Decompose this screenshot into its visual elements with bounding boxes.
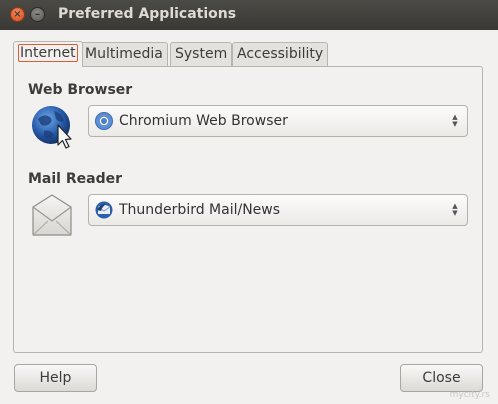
watermark: mycity.rs xyxy=(449,390,490,400)
tab-multimedia[interactable]: Multimedia xyxy=(80,42,168,66)
window-title: Preferred Applications xyxy=(58,6,237,22)
tab-accessibility[interactable]: Accessibility xyxy=(232,42,329,66)
window-close-button[interactable]: × xyxy=(10,7,25,22)
mail-reader-selected: Thunderbird Mail/News xyxy=(119,202,281,218)
combo-arrows-icon: ▲ ▼ xyxy=(452,113,458,128)
tab-internet[interactable]: Internet xyxy=(13,41,83,67)
mail-reader-select[interactable]: Thunderbird Mail/News ▲ ▼ xyxy=(88,194,468,226)
help-button[interactable]: Help xyxy=(14,364,97,392)
tab-label: Internet xyxy=(18,44,78,62)
close-button-label: Close xyxy=(422,370,461,386)
tab-label: Multimedia xyxy=(85,46,163,62)
chromium-icon xyxy=(95,112,113,130)
web-browser-heading: Web Browser xyxy=(28,82,133,98)
close-icon: × xyxy=(13,8,22,20)
globe-cursor-icon xyxy=(30,103,76,149)
web-browser-selected: Chromium Web Browser xyxy=(119,113,288,129)
title-bar[interactable]: × – Preferred Applications xyxy=(0,0,498,30)
web-browser-select[interactable]: Chromium Web Browser ▲ ▼ xyxy=(88,105,468,137)
minimize-icon: – xyxy=(35,8,40,20)
tab-label: Accessibility xyxy=(237,46,324,62)
combo-arrows-icon: ▲ ▼ xyxy=(452,202,458,217)
tab-system[interactable]: System xyxy=(170,42,233,66)
mail-reader-heading: Mail Reader xyxy=(28,171,122,187)
close-button[interactable]: Close xyxy=(400,364,483,392)
tab-label: System xyxy=(175,46,228,62)
help-button-label: Help xyxy=(39,370,72,386)
window-minimize-button[interactable]: – xyxy=(30,7,45,22)
envelope-icon xyxy=(30,191,74,239)
tab-panel-internet: Web Browser Chromium Web Browser ▲ ▼ Mai… xyxy=(13,66,483,353)
thunderbird-icon xyxy=(95,201,113,219)
window-body: Internet Multimedia System Accessibility… xyxy=(0,30,498,404)
